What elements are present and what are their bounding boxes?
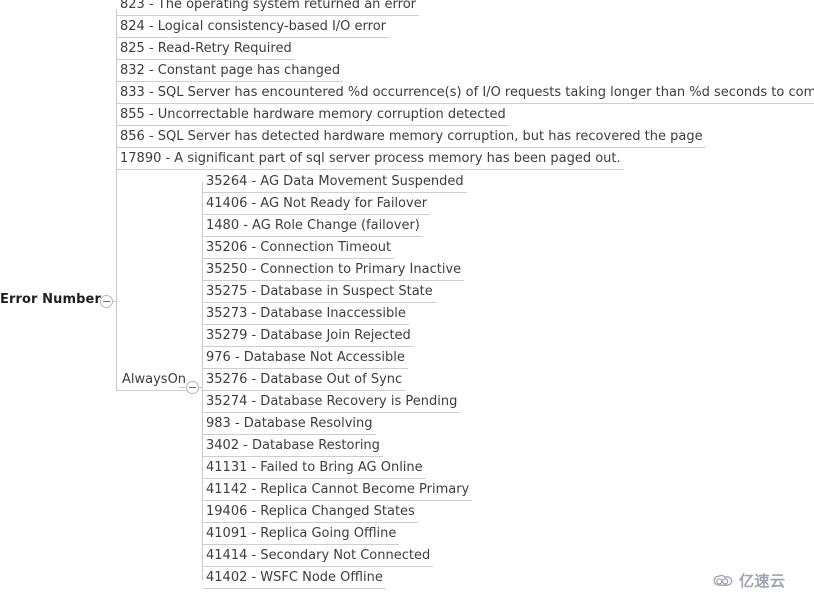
branch-node-alwayson[interactable]: AlwaysOn [119,372,190,391]
tree-node-level2[interactable]: 35279 - Database Join Rejected [203,328,414,347]
tree-node-level2[interactable]: 41402 - WSFC Node Offline [203,570,386,589]
tree-node-level1[interactable]: 833 - SQL Server has encountered %d occu… [117,85,814,104]
tree-node-level2[interactable]: 41406 - AG Not Ready for Failover [203,196,431,215]
tree-node-level2[interactable]: 35264 - AG Data Movement Suspended [203,174,467,193]
tree-node-level1[interactable]: 824 - Logical consistency-based I/O erro… [117,19,390,38]
watermark-text: 亿速云 [739,572,786,590]
tree-node-level1[interactable]: 825 - Read-Retry Required [117,41,295,60]
root-node-label: Error Number [0,292,101,307]
tree-node-level1[interactable]: 832 - Constant page has changed [117,63,344,82]
tree-node-level2[interactable]: 35275 - Database in Suspect State [203,284,436,303]
tree-node-level2[interactable]: 983 - Database Resolving [203,416,376,435]
connector-alwayson-stub-left [179,387,187,388]
tree-node-level2[interactable]: 19406 - Replica Changed States [203,504,418,523]
tree-node-level1[interactable]: 823 - The operating system returned an e… [117,0,419,16]
mindmap-canvas: Error Number 823 - The operating system … [0,0,814,596]
tree-node-level2[interactable]: 1480 - AG Role Change (failover) [203,218,423,237]
minus-circle-icon-root[interactable] [100,295,113,308]
tree-node-level2[interactable]: 41142 - Replica Cannot Become Primary [203,482,473,501]
tree-node-level2[interactable]: 41131 - Failed to Bring AG Online [203,460,426,479]
tree-node-level2[interactable]: 3402 - Database Restoring [203,438,383,457]
tree-node-level1[interactable]: 17890 - A significant part of sql server… [117,151,624,170]
tree-node-level2[interactable]: 35250 - Connection to Primary Inactive [203,262,465,281]
tree-node-level2[interactable]: 976 - Database Not Accessible [203,350,408,369]
tree-node-level2[interactable]: 41414 - Secondary Not Connected [203,548,434,567]
minus-circle-icon-alwayson[interactable] [186,381,199,394]
tree-node-level2[interactable]: 35276 - Database Out of Sync [203,372,406,391]
tree-node-level2[interactable]: 35206 - Connection Timeout [203,240,395,259]
tree-node-level2[interactable]: 35273 - Database Inaccessible [203,306,409,325]
tree-node-level1[interactable]: 856 - SQL Server has detected hardware m… [117,129,706,148]
watermark: 亿速云 [712,570,786,591]
tree-node-level2[interactable]: 41091 - Replica Going Offline [203,526,400,545]
tree-node-level2[interactable]: 35274 - Database Recovery is Pending [203,394,461,413]
tree-node-level1[interactable]: 855 - Uncorrectable hardware memory corr… [117,107,509,126]
cloud-icon [712,574,734,588]
